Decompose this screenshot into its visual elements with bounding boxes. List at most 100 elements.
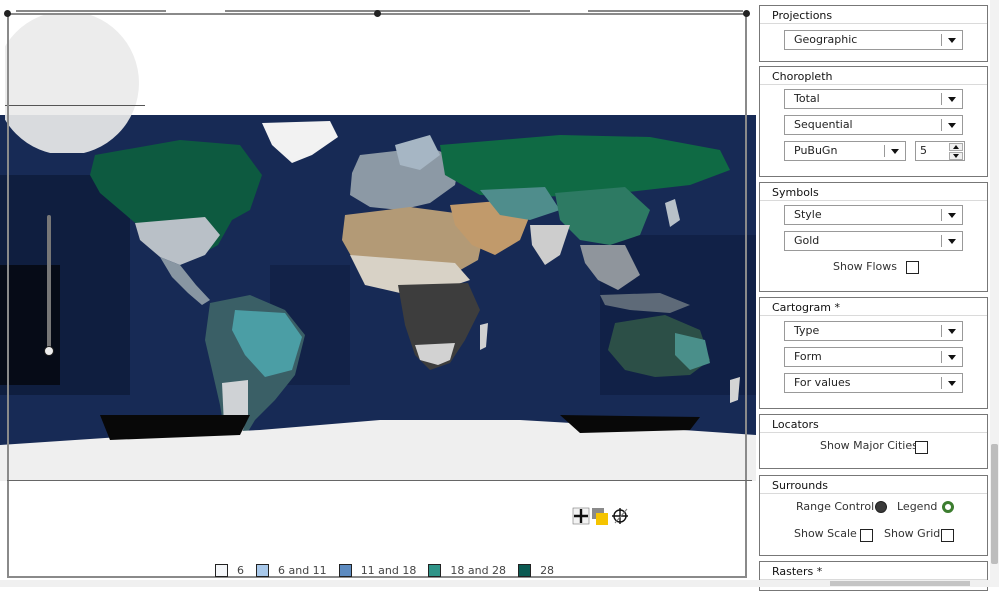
select-value: PuBuGn [794, 144, 838, 157]
select-divider [941, 93, 942, 105]
legend-radio[interactable] [942, 501, 954, 513]
stepper-down-button[interactable] [949, 152, 963, 160]
stepper-up-button[interactable] [949, 143, 963, 151]
legend-label: 11 and 18 [360, 563, 417, 577]
chevron-down-icon [948, 381, 956, 386]
section-divider [760, 84, 987, 85]
cartogram-values-select[interactable]: For values [784, 373, 963, 393]
choropleth-scheme-select[interactable]: Sequential [784, 115, 963, 135]
chevron-down-icon [948, 355, 956, 360]
section-surrounds: Surrounds Range Control Legend Show Scal… [759, 475, 988, 556]
section-choropleth: Choropleth Total Sequential PuBuGn 5 [759, 66, 988, 177]
section-title: Locators [772, 418, 819, 431]
chevron-down-icon [891, 149, 899, 154]
chevron-up-icon [953, 145, 959, 149]
legend-option-label: Legend [897, 500, 938, 513]
select-value: Form [794, 350, 822, 363]
show-flows-label: Show Flows [833, 260, 898, 273]
select-value: Geographic [794, 33, 858, 46]
projection-select[interactable]: Geographic [784, 30, 963, 50]
chevron-down-icon [948, 97, 956, 102]
frame-handle-top-left[interactable] [4, 10, 11, 17]
side-panel: Projections Geographic Choropleth Total … [756, 0, 999, 591]
select-value: Type [794, 324, 820, 337]
legend-swatch [215, 563, 228, 577]
panel-scrollbar-thumb[interactable] [991, 444, 998, 564]
frame-handle-top-right[interactable] [743, 10, 750, 17]
chevron-down-icon [948, 213, 956, 218]
select-value: Gold [794, 234, 820, 247]
section-projections: Projections Geographic [759, 5, 988, 62]
legend-item: 6 and 11 [256, 563, 327, 577]
show-major-cities-checkbox[interactable] [915, 441, 928, 454]
section-divider [760, 200, 987, 201]
chevron-down-icon [948, 38, 956, 43]
show-grid-checkbox[interactable] [941, 529, 954, 542]
legend-swatch [256, 563, 269, 577]
map-tools [572, 507, 628, 525]
frame-top-rule [16, 10, 166, 12]
move-icon[interactable] [572, 507, 590, 525]
section-divider [760, 315, 987, 316]
locate-icon[interactable] [612, 508, 628, 524]
choropleth-variable-select[interactable]: Total [784, 89, 963, 109]
show-flows-checkbox[interactable] [906, 261, 919, 274]
select-divider [941, 235, 942, 247]
legend-item: 6 [215, 563, 244, 577]
map-area[interactable]: 6 6 and 11 11 and 18 18 and 28 28 [0, 0, 756, 587]
chevron-down-icon [948, 329, 956, 334]
chevron-down-icon [953, 154, 959, 158]
choropleth-palette-select[interactable]: PuBuGn [784, 141, 906, 161]
section-title: Choropleth [772, 70, 833, 83]
select-divider [941, 377, 942, 389]
show-scale-label: Show Scale [794, 527, 857, 540]
legend-label: 6 and 11 [278, 563, 327, 577]
choropleth-classes-stepper[interactable]: 5 [915, 141, 965, 161]
chevron-down-icon [948, 239, 956, 244]
legend-swatch [518, 563, 532, 577]
chevron-down-icon [948, 123, 956, 128]
legend-swatch [338, 563, 352, 577]
range-control-radio[interactable] [875, 501, 887, 513]
frame-top-rule [588, 10, 743, 12]
legend-item: 11 and 18 [338, 563, 417, 577]
section-title: Projections [772, 9, 833, 22]
section-symbols: Symbols Style Gold Show Flows [759, 182, 988, 292]
frame-handle-top-middle[interactable] [374, 10, 381, 17]
select-value: Style [794, 208, 822, 221]
stepper-value: 5 [920, 144, 927, 157]
section-title: Cartogram * [772, 301, 840, 314]
select-value: Sequential [794, 118, 853, 131]
section-title: Rasters * [772, 565, 823, 578]
select-divider [941, 34, 942, 46]
select-divider [884, 145, 885, 157]
select-divider [941, 209, 942, 221]
map-frame[interactable] [7, 13, 747, 578]
section-divider [760, 493, 987, 494]
zoom-slider-knob[interactable] [44, 346, 54, 356]
symbols-color-select[interactable]: Gold [784, 231, 963, 251]
show-grid-label: Show Grid [884, 527, 941, 540]
legend-label: 6 [237, 563, 244, 577]
layers-icon[interactable] [592, 508, 608, 525]
show-major-cities-label: Show Major Cities [820, 439, 918, 452]
show-scale-checkbox[interactable] [860, 529, 873, 542]
select-divider [941, 351, 942, 363]
select-value: For values [794, 376, 851, 389]
symbols-style-select[interactable]: Style [784, 205, 963, 225]
range-control-label: Range Control [796, 500, 875, 513]
legend-label: 18 and 28 [450, 563, 507, 577]
select-divider [941, 119, 942, 131]
select-value: Total [794, 92, 820, 105]
section-cartogram: Cartogram * Type Form For values [759, 297, 988, 409]
map-bottom-rule [7, 480, 752, 481]
horizontal-scrollbar-thumb[interactable] [830, 581, 970, 586]
legend-label: 28 [540, 563, 555, 577]
zoom-slider-track[interactable] [47, 215, 51, 350]
section-locators: Locators Show Major Cities [759, 414, 988, 469]
cartogram-form-select[interactable]: Form [784, 347, 963, 367]
section-divider [760, 432, 987, 433]
section-title: Surrounds [772, 479, 828, 492]
legend-item: 18 and 28 [428, 563, 507, 577]
cartogram-type-select[interactable]: Type [784, 321, 963, 341]
